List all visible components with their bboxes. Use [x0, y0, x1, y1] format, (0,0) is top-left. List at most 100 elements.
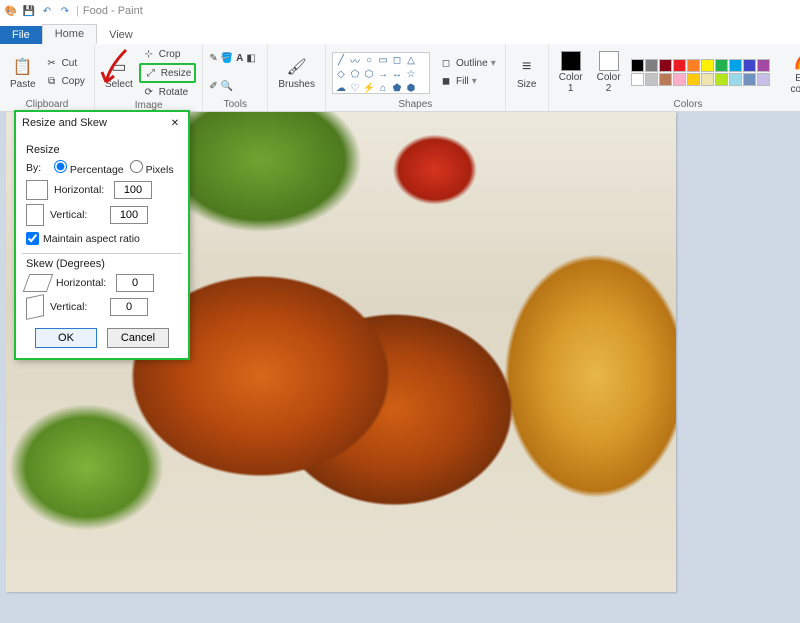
tab-file[interactable]: File — [0, 26, 42, 44]
picker-icon[interactable]: ✐ — [209, 81, 217, 92]
skew-v-icon — [26, 294, 44, 320]
palette-swatch[interactable] — [757, 59, 770, 72]
palette-swatch[interactable] — [729, 59, 742, 72]
tab-view[interactable]: View — [97, 26, 145, 44]
resize-legend: Resize — [26, 144, 178, 156]
resize-vertical-input[interactable] — [110, 206, 148, 224]
rotate-button[interactable]: ⟳Rotate — [139, 84, 197, 100]
palette-swatch[interactable] — [631, 59, 644, 72]
palette-swatch[interactable] — [687, 59, 700, 72]
outline-button[interactable]: ◻Outline▾ — [436, 56, 499, 72]
paste-icon: 📋 — [12, 56, 34, 78]
palette-swatch[interactable] — [645, 59, 658, 72]
dialog-title: Resize and Skew — [22, 117, 107, 129]
app-icon: 🎨 — [4, 4, 18, 18]
radio-pixels[interactable]: Pixels — [130, 160, 174, 176]
palette-swatch[interactable] — [715, 73, 728, 86]
by-label: By: — [26, 162, 48, 174]
magnify-icon[interactable]: 🔍 — [221, 81, 233, 92]
brushes-button[interactable]: 🖌 Brushes — [274, 54, 319, 92]
shapes-gallery[interactable]: ╱〰○▭◻△ ◇⬠⬡→↔☆ ☁♡⚡⌂⬟⬢ — [332, 52, 430, 94]
skew-h-icon — [23, 274, 54, 292]
undo-icon[interactable]: ↶ — [40, 4, 54, 18]
size-icon: ≡ — [516, 56, 538, 78]
cut-button[interactable]: ✂Cut — [42, 56, 88, 72]
copy-button[interactable]: ⧉Copy — [42, 74, 88, 90]
close-icon[interactable]: ✕ — [168, 116, 182, 130]
crop-button[interactable]: ⊹Crop — [139, 46, 197, 62]
title-bar: 🎨 💾 ↶ ↷ | Food - Paint — [0, 0, 800, 22]
group-colors: Color 1 Color 2 🌈 Edit colors Colors — [549, 44, 800, 111]
rotate-icon: ⟳ — [142, 85, 156, 99]
select-button[interactable]: ▭ Select — [101, 54, 137, 92]
skew-vertical-input[interactable] — [110, 298, 148, 316]
palette-swatch[interactable] — [701, 73, 714, 86]
cut-icon: ✂ — [45, 57, 59, 71]
pencil-icon[interactable]: ✎ — [209, 53, 217, 64]
outline-icon: ◻ — [439, 57, 453, 71]
fill-icon[interactable]: 🪣 — [221, 53, 233, 64]
paste-label: Paste — [10, 79, 36, 90]
tab-home[interactable]: Home — [42, 24, 97, 44]
color-palette[interactable] — [631, 59, 781, 86]
color2-swatch — [599, 51, 619, 71]
resize-h-label: Horizontal: — [54, 184, 108, 196]
crop-icon: ⊹ — [142, 47, 156, 61]
skew-h-label: Horizontal: — [56, 277, 110, 289]
resize-v-icon — [26, 204, 44, 226]
palette-swatch[interactable] — [645, 73, 658, 86]
palette-swatch[interactable] — [743, 73, 756, 86]
palette-swatch[interactable] — [659, 73, 672, 86]
save-icon[interactable]: 💾 — [22, 4, 36, 18]
skew-legend: Skew (Degrees) — [26, 258, 178, 270]
color1-swatch — [561, 51, 581, 71]
color2-button[interactable]: Color 2 — [593, 49, 625, 96]
resize-skew-dialog: Resize and Skew ✕ Resize By: Percentage … — [14, 110, 190, 360]
select-icon: ▭ — [108, 56, 130, 78]
text-icon[interactable]: A — [236, 53, 243, 64]
edit-colors-button[interactable]: 🌈 Edit colors — [787, 48, 800, 97]
skew-horizontal-input[interactable] — [116, 274, 154, 292]
palette-swatch[interactable] — [687, 73, 700, 86]
maintain-ratio-label: Maintain aspect ratio — [43, 233, 140, 245]
menu-tabs: File Home View — [0, 22, 800, 44]
fillopt-icon: ◼ — [439, 75, 453, 89]
edit-colors-icon: 🌈 — [793, 50, 800, 72]
maintain-ratio-checkbox[interactable] — [26, 232, 39, 245]
ok-button[interactable]: OK — [35, 328, 97, 348]
radio-percentage[interactable]: Percentage — [54, 160, 124, 176]
fill-opt-button[interactable]: ◼Fill▾ — [436, 74, 499, 90]
palette-swatch[interactable] — [631, 73, 644, 86]
group-clipboard: 📋 Paste ✂Cut ⧉Copy Clipboard — [0, 44, 95, 111]
group-tools-label: Tools — [224, 99, 247, 111]
palette-swatch[interactable] — [757, 73, 770, 86]
palette-swatch[interactable] — [673, 73, 686, 86]
size-button[interactable]: ≡ Size — [512, 54, 542, 92]
eraser-icon[interactable]: ◧ — [246, 53, 255, 64]
group-shapes-label: Shapes — [398, 99, 432, 111]
cancel-button[interactable]: Cancel — [107, 328, 169, 348]
resize-v-label: Vertical: — [50, 209, 104, 221]
resize-button[interactable]: ⤢Resize — [139, 63, 197, 83]
paste-button[interactable]: 📋 Paste — [6, 54, 40, 92]
color1-button[interactable]: Color 1 — [555, 49, 587, 96]
group-size: ≡ Size — [506, 44, 549, 111]
resize-icon: ⤢ — [144, 66, 158, 80]
skew-v-label: Vertical: — [50, 301, 104, 313]
group-image: ▭ Select ⊹Crop ⤢Resize ⟳Rotate Image — [95, 44, 203, 111]
palette-swatch[interactable] — [729, 73, 742, 86]
palette-swatch[interactable] — [673, 59, 686, 72]
group-colors-label: Colors — [674, 99, 703, 111]
palette-swatch[interactable] — [659, 59, 672, 72]
brush-icon: 🖌 — [286, 56, 308, 78]
group-shapes: ╱〰○▭◻△ ◇⬠⬡→↔☆ ☁♡⚡⌂⬟⬢ ◻Outline▾ ◼Fill▾ Sh… — [326, 44, 506, 111]
group-brushes: 🖌 Brushes — [268, 44, 326, 111]
palette-swatch[interactable] — [715, 59, 728, 72]
palette-swatch[interactable] — [701, 59, 714, 72]
window-title: Food - Paint — [83, 5, 143, 17]
resize-horizontal-input[interactable] — [114, 181, 152, 199]
palette-swatch[interactable] — [743, 59, 756, 72]
redo-icon[interactable]: ↷ — [58, 4, 72, 18]
ribbon: 📋 Paste ✂Cut ⧉Copy Clipboard ▭ Select ⊹C… — [0, 44, 800, 112]
group-tools: ✎ 🪣 A ◧ ✐ 🔍 Tools — [203, 44, 268, 111]
